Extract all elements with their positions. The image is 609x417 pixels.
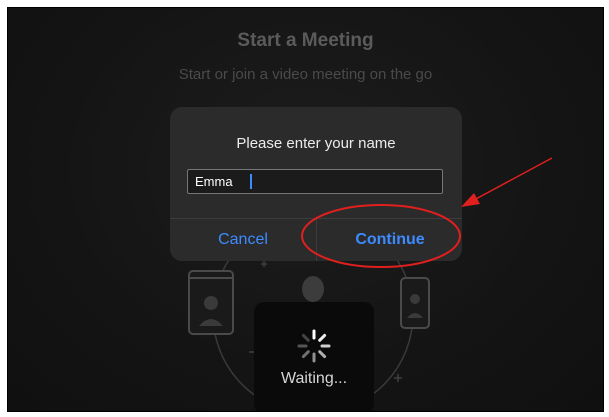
dialog-title: Please enter your name [236, 135, 396, 152]
waiting-hud: Waiting... [254, 302, 374, 411]
text-caret [250, 174, 252, 189]
name-input[interactable] [187, 169, 443, 194]
spinner-icon [297, 329, 331, 363]
name-dialog: Please enter your name Cancel Continue [170, 107, 462, 261]
phone-icon [400, 277, 430, 329]
cancel-button[interactable]: Cancel [170, 219, 316, 261]
start-meeting-screen: Start a Meeting Start or join a video me… [8, 8, 603, 411]
continue-button[interactable]: Continue [317, 219, 462, 261]
app-window: Start a Meeting Start or join a video me… [7, 7, 604, 412]
waiting-label: Waiting... [280, 370, 348, 387]
tablet-icon [188, 270, 234, 335]
